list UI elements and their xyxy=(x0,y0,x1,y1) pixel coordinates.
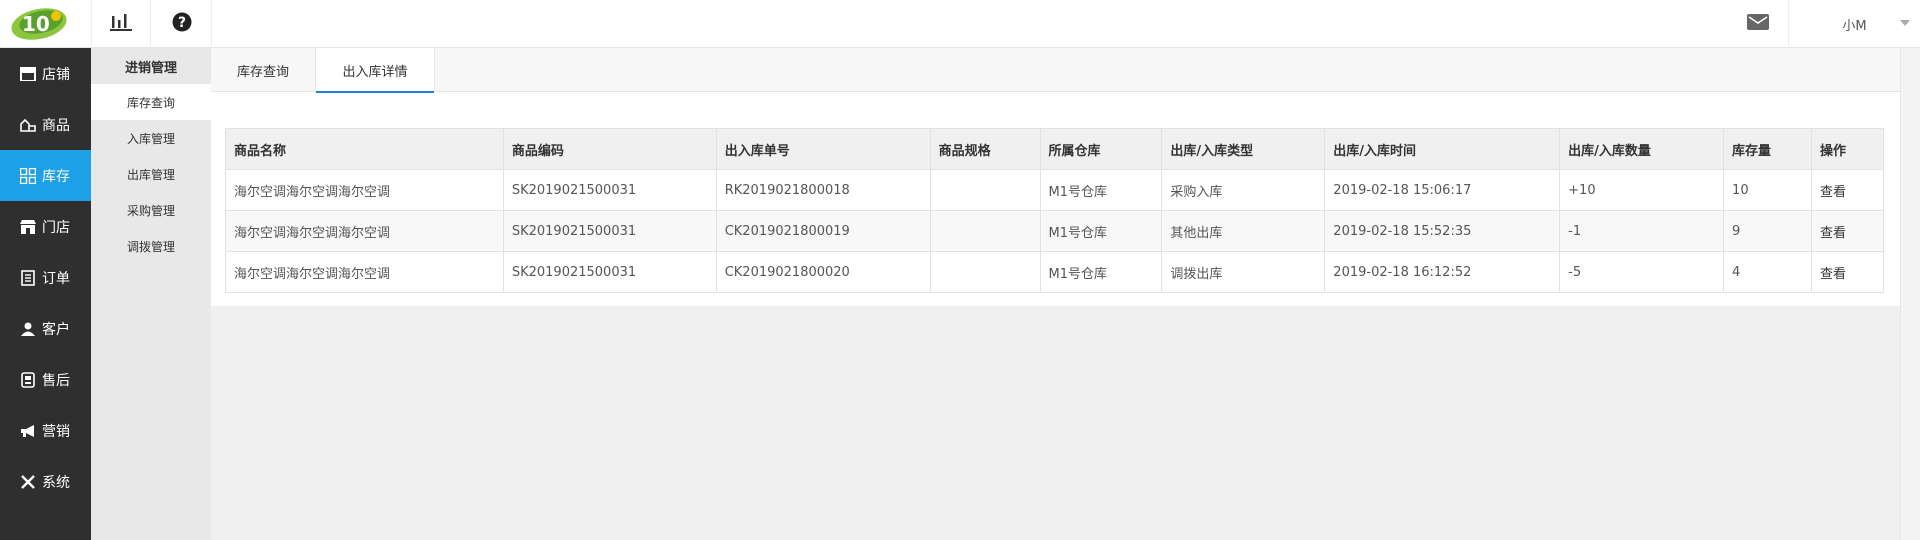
submenu-item-inbound[interactable]: 入库管理 xyxy=(91,120,211,156)
help-button[interactable]: ? xyxy=(152,0,212,48)
scrollbar-track[interactable] xyxy=(1900,48,1920,540)
sidebar-item-inventory[interactable]: 库存 xyxy=(0,150,91,201)
sidebar-item-shop[interactable]: 门店 xyxy=(0,201,91,252)
order-icon xyxy=(20,269,36,286)
sidebar-item-goods[interactable]: 商品 xyxy=(0,99,91,150)
question-icon: ? xyxy=(172,12,192,36)
cell-time: 2019-02-18 15:06:17 xyxy=(1324,169,1561,211)
cell-quantity: +10 xyxy=(1559,169,1725,211)
sidebar-item-label: 商品 xyxy=(42,117,70,134)
inout-table: 商品名称 商品编码 出入库单号 商品规格 所属仓库 出库/入库类型 出库/入库时… xyxy=(225,128,1885,293)
submenu-item-inventory-query[interactable]: 库存查询 xyxy=(91,84,211,120)
goods-icon xyxy=(20,117,36,133)
chevron-down-icon xyxy=(1900,20,1910,26)
cell-time: 2019-02-18 16:12:52 xyxy=(1324,251,1561,293)
cell-quantity: -1 xyxy=(1559,210,1725,252)
submenu-item-transfer[interactable]: 调拨管理 xyxy=(91,228,211,264)
view-link[interactable]: 查看 xyxy=(1810,251,1885,293)
sidebar-item-orders[interactable]: 订单 xyxy=(0,252,91,303)
cell-order-no: RK2019021800018 xyxy=(715,169,931,211)
cell-spec xyxy=(929,169,1041,211)
view-link[interactable]: 查看 xyxy=(1810,210,1885,252)
col-header: 商品规格 xyxy=(929,128,1041,170)
col-header: 出入库单号 xyxy=(715,128,931,170)
col-header: 商品编码 xyxy=(502,128,717,170)
cell-product-code: SK2019021500031 xyxy=(502,210,717,252)
cell-order-no: CK2019021800019 xyxy=(715,210,931,252)
table-row: 海尔空调海尔空调海尔空调 SK2019021500031 RK201902180… xyxy=(225,169,1885,211)
sidebar-item-label: 售后 xyxy=(42,372,70,389)
cell-type: 其他出库 xyxy=(1161,210,1326,252)
sidebar-item-label: 库存 xyxy=(42,168,70,185)
sidebar-item-marketing[interactable]: 营销 xyxy=(0,405,91,456)
view-link[interactable]: 查看 xyxy=(1810,169,1885,211)
cell-stock: 9 xyxy=(1723,210,1812,252)
sidebar-item-label: 门店 xyxy=(42,219,70,236)
grid-icon xyxy=(20,167,36,184)
top-bar: 10 ? 小M xyxy=(0,0,1920,48)
cell-stock: 10 xyxy=(1723,169,1812,211)
cell-type: 调拨出库 xyxy=(1161,251,1326,293)
tab-bar: 库存查询 出入库详情 xyxy=(211,48,1900,93)
cell-order-no: CK2019021800020 xyxy=(715,251,931,293)
cell-spec xyxy=(929,251,1041,293)
sidebar-item-label: 系统 xyxy=(42,474,70,491)
table-header-row: 商品名称 商品编码 出入库单号 商品规格 所属仓库 出库/入库类型 出库/入库时… xyxy=(225,128,1885,170)
cell-quantity: -5 xyxy=(1559,251,1725,293)
cell-warehouse: M1号仓库 xyxy=(1039,210,1163,252)
svg-text:?: ? xyxy=(177,15,185,31)
cell-warehouse: M1号仓库 xyxy=(1039,169,1163,211)
cell-time: 2019-02-18 15:52:35 xyxy=(1324,210,1561,252)
sidebar-item-label: 营销 xyxy=(42,423,70,440)
submenu-item-purchase[interactable]: 采购管理 xyxy=(91,192,211,228)
megaphone-icon xyxy=(20,423,36,439)
col-header: 商品名称 xyxy=(225,128,504,170)
sidebar-item-store[interactable]: 店铺 xyxy=(0,48,91,99)
sidebar-item-label: 店铺 xyxy=(42,66,70,83)
cell-product-code: SK2019021500031 xyxy=(502,169,717,211)
col-header: 出库/入库时间 xyxy=(1324,128,1561,170)
cell-product-code: SK2019021500031 xyxy=(502,251,717,293)
sidebar-item-aftersales[interactable]: 售后 xyxy=(0,354,91,405)
main-content: 库存查询 出入库详情 商品名称 商品编码 出入库单号 商品规格 所属仓库 出库/… xyxy=(211,48,1900,306)
stats-button[interactable] xyxy=(91,0,151,48)
cell-stock: 4 xyxy=(1723,251,1812,293)
brand-logo[interactable]: 10 xyxy=(8,4,70,42)
col-header: 出库/入库类型 xyxy=(1161,128,1326,170)
user-name: 小M xyxy=(1842,18,1867,34)
bar-chart-icon xyxy=(110,13,132,35)
sidebar-item-system[interactable]: 系统 xyxy=(0,456,91,507)
user-icon xyxy=(20,321,36,337)
svg-text:10: 10 xyxy=(22,12,50,36)
tab-inventory-query[interactable]: 库存查询 xyxy=(211,48,315,92)
table-row: 海尔空调海尔空调海尔空调 SK2019021500031 CK201902180… xyxy=(225,210,1885,252)
shop-icon xyxy=(20,219,36,235)
service-icon xyxy=(20,371,36,388)
cell-type: 采购入库 xyxy=(1161,169,1326,211)
tools-icon xyxy=(20,474,36,490)
cell-spec xyxy=(929,210,1041,252)
sub-menu: 进销管理 库存查询 入库管理 出库管理 采购管理 调拨管理 xyxy=(91,48,211,540)
table-row: 海尔空调海尔空调海尔空调 SK2019021500031 CK201902180… xyxy=(225,251,1885,293)
submenu-item-outbound[interactable]: 出库管理 xyxy=(91,156,211,192)
col-header: 操作 xyxy=(1810,128,1885,170)
sidebar-item-customers[interactable]: 客户 xyxy=(0,303,91,354)
cell-product-name: 海尔空调海尔空调海尔空调 xyxy=(225,169,504,211)
cell-product-name: 海尔空调海尔空调海尔空调 xyxy=(225,251,504,293)
col-header: 库存量 xyxy=(1723,128,1812,170)
mail-button[interactable] xyxy=(1738,0,1778,48)
submenu-title: 进销管理 xyxy=(124,60,177,76)
cell-product-name: 海尔空调海尔空调海尔空调 xyxy=(225,210,504,252)
sidebar-item-label: 订单 xyxy=(42,270,70,287)
mail-icon xyxy=(1747,14,1769,34)
store-icon xyxy=(20,66,36,82)
col-header: 出库/入库数量 xyxy=(1559,128,1725,170)
tab-inout-details[interactable]: 出入库详情 xyxy=(315,48,435,93)
cell-warehouse: M1号仓库 xyxy=(1039,251,1163,293)
col-header: 所属仓库 xyxy=(1039,128,1163,170)
user-menu[interactable]: 小M xyxy=(1788,0,1920,48)
sidebar-item-label: 客户 xyxy=(42,321,70,338)
main-sidebar: 店铺 商品 库存 门店 订单 客户 售后 营销 系统 xyxy=(0,48,91,540)
